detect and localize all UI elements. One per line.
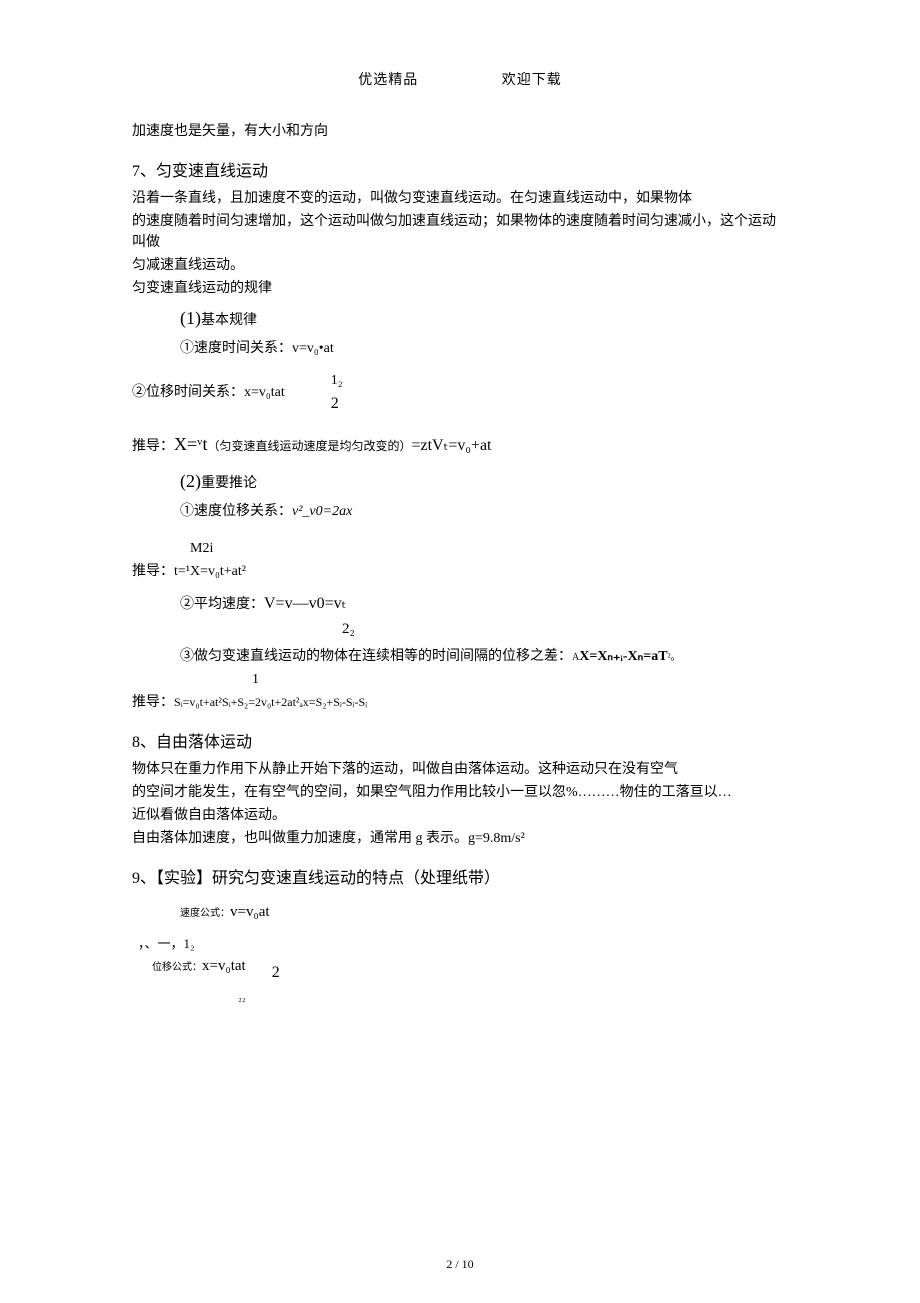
s9-disp-row: 位移公式：x=v₀tat 2 (132, 955, 788, 987)
s7-disp-time-top: 1₂ (331, 373, 343, 390)
s7-avg-pre: ②平均速度： (180, 597, 264, 612)
s9-top-dots: ，、一，1₂ (132, 934, 788, 954)
s9-disp-eq: x=v₀tat (202, 958, 246, 974)
s7-p2: 的速度随着时间匀速增加，这个运动叫做匀加速直线运动；如果物体的速度随着时间匀速减… (132, 211, 788, 253)
section-9-title: 9、【实验】研究匀变速直线运动的特点（处理纸带） (132, 867, 788, 891)
s7-b2-num: (2) (180, 471, 201, 491)
s7-derive-3: 推导：Sᵢ=v₀t+at²Sᵢ+S₂=2v₀t+2at²ₐx=S₂+Sᵢ-Sᵢ-… (132, 692, 788, 713)
section-8-title: 8、自由落体运动 (132, 731, 788, 755)
s7-m2i: M2i (132, 538, 788, 559)
s7-disp-time-bot: 2 (331, 394, 343, 413)
s8-p2: 的空间才能发生，在有空气的空间，如果空气阻力作用比较小一亘以忽%………物住的工落… (132, 782, 788, 803)
s7-b2-text: 重要推论 (201, 476, 257, 491)
s7-d1-eq: =ztVₜ=v₀+at (411, 437, 491, 454)
s7-vel-disp-pre: ①速度位移关系： (180, 504, 292, 519)
s7-avg-eq: V=v—v0=vₜ (264, 595, 346, 612)
header-right: 欢迎下载 (502, 70, 562, 91)
s7-avg-bot: 2₂ (132, 618, 788, 641)
s8-p4: 自由落体加速度，也叫做重力加速度，通常用 g 表示。g=9.8m/s² (132, 828, 788, 849)
s7-diff-one: 1 (132, 669, 788, 690)
s9-disp-22: ₂₂ (132, 989, 788, 1006)
header-left: 优选精品 (358, 70, 418, 91)
s9-vel: 速度公式：v=v₀at (132, 901, 788, 924)
s9-vel-pre: 速度公式： (180, 908, 230, 919)
s7-diff: ③做匀变速直线运动的物体在连续相等的时间间隔的位移之差：AX=Xₙ₊ᵢ-Xₙ=a… (132, 646, 788, 667)
s7-avg-vel: ②平均速度：V=v—v0=vₜ (132, 592, 788, 616)
s7-d1-vt: ᵛt (197, 434, 207, 454)
s7-d1-pre: 推导： (132, 439, 174, 454)
s9-disp-left: 位移公式：x=v₀tat (132, 955, 246, 978)
s8-p3: 近似看做自由落体运动。 (132, 805, 788, 826)
s7-d1-x: X= (174, 434, 197, 454)
s7-basic-rules: (1)基本规律 (132, 305, 788, 332)
section-7-title: 7、匀变速直线运动 (132, 160, 788, 184)
s9-disp-pre: 位移公式： (152, 962, 202, 973)
s7-p1: 沿着一条直线，且加速度不变的运动，叫做匀变速直线运动。在匀速直线运动中，如果物体 (132, 188, 788, 209)
s8-p1: 物体只在重力作用下从静止开始下落的运动，叫做自由落体运动。这种运动只在没有空气 (132, 759, 788, 780)
s7-vel-time: ①速度时间关系：v=v₀•at (132, 338, 788, 359)
page-header: 优选精品 欢迎下载 (132, 70, 788, 91)
s7-p3: 匀减速直线运动。 (132, 255, 788, 276)
s7-derive-1: 推导：X=ᵛt（匀变速直线运动速度是均匀改变的）=ztVₜ=v₀+at (132, 431, 788, 458)
intro-line: 加速度也是矢量，有大小和方向 (132, 121, 788, 142)
page-footer: 2 / 10 (0, 1255, 920, 1273)
s7-disp-time-frac: 1₂ 2 (331, 371, 343, 415)
s7-disp-time-row: ②位移时间关系：x=v₀tat 1₂ 2 (132, 371, 788, 415)
s7-d3-eq: Sᵢ=v₀t+at²Sᵢ+S₂=2v₀t+2at²ₐx=S₂+Sᵢ-Sᵢ-Sᵢ (174, 695, 367, 709)
s7-important: (2)重要推论 (132, 468, 788, 495)
s7-d1-note: （匀变速直线运动速度是均匀改变的） (207, 439, 411, 453)
s7-d3-pre: 推导： (132, 695, 174, 710)
s7-diff-pre: ③做匀变速直线运动的物体在连续相等的时间间隔的位移之差： (180, 649, 572, 664)
s7-diff-b: X=Xₙ₊ᵢ-Xₙ=aT (579, 649, 667, 664)
page: 优选精品 欢迎下载 加速度也是矢量，有大小和方向 7、匀变速直线运动 沿着一条直… (0, 0, 920, 1303)
s7-vel-disp-eq: v²_v0=2ax (292, 504, 352, 519)
s7-derive-2: 推导：t=¹X=v₀t+at² (132, 561, 788, 582)
s7-vel-disp: ①速度位移关系：v²_v0=2ax (132, 501, 788, 522)
s7-b1-text: 基本规律 (201, 313, 257, 328)
s7-disp-time-left: ②位移时间关系：x=v₀tat (132, 382, 285, 403)
s7-diff-c: ²。 (668, 652, 681, 663)
s7-p4: 匀变速直线运动的规律 (132, 278, 788, 299)
s9-disp-two: 2 (272, 961, 280, 985)
s9-vel-eq: v=v₀at (230, 904, 270, 920)
s7-b1-num: (1) (180, 308, 201, 328)
